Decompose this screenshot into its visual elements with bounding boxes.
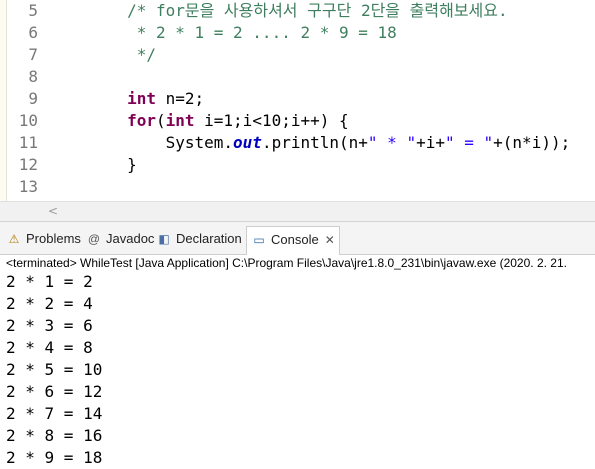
scroll-left-arrow-icon[interactable]: < [48,204,58,218]
code-line: 6 * 2 * 1 = 2 .... 2 * 9 = 18 [0,22,595,44]
tab-problems[interactable]: ⚠ Problems [6,228,81,250]
tab-console[interactable]: ▭ Console ✕ [246,226,340,255]
tab-declaration[interactable]: ◧ Declaration [156,228,242,250]
line-number: 8 [28,67,38,86]
console-output-line: 2 * 9 = 18 [6,448,103,467]
code-line: 8 [0,66,595,88]
code-line: 5 /* for문을 사용하셔서 구구단 2단을 출력해보세요. [0,0,595,22]
editor-horizontal-scrollbar[interactable]: < [0,201,595,222]
code-text: * 2 * 1 = 2 .... 2 * 9 = 18 [136,23,397,42]
view-tab-bar: ⚠ Problems @ Javadoc ◧ Declaration ▭ Console… [0,221,595,255]
console-output-line: 2 * 4 = 8 [6,338,93,357]
close-icon[interactable]: ✕ [325,227,335,253]
code-text: System.out.println(n+" * "+i+" = "+(n*i)… [50,133,571,152]
console-output-line: 2 * 6 = 12 [6,382,103,401]
tab-console-label: Console [271,232,319,247]
declaration-icon: ◧ [158,232,170,246]
line-number: 7 [28,45,38,64]
code-text: for(int i=1;i<10;i++) { [127,111,349,130]
line-number: 10 [18,111,38,130]
code-line: 7 */ [0,44,595,66]
console-output-line: 2 * 7 = 14 [6,404,103,423]
line-number: 12 [18,155,38,174]
javadoc-icon: @ [87,232,101,246]
tab-javadoc[interactable]: @ Javadoc [86,228,155,250]
tab-javadoc-label: Javadoc [106,231,155,246]
console-status: <terminated> WhileTest [Java Application… [6,256,567,270]
code-text: /* for문을 사용하셔서 구구단 2단을 출력해보세요. [127,1,508,20]
problems-icon: ⚠ [8,232,20,246]
console-output-line: 2 * 3 = 6 [6,316,93,335]
line-number: 5 [28,1,38,20]
code-line: 9 int n=2; [0,88,595,110]
code-line: 12 } [0,154,595,176]
console-icon: ▭ [253,233,265,247]
code-text: } [50,155,137,174]
line-number: 11 [18,133,38,152]
tab-problems-label: Problems [26,231,81,246]
code-line: 13 [0,176,595,198]
console-output[interactable]: 2 * 1 = 2 2 * 2 = 4 2 * 3 = 6 2 * 4 = 8 2 * … [0,271,595,469]
console-output-line: 2 * 5 = 10 [6,360,103,379]
line-number: 6 [28,23,38,42]
code-text: */ [136,45,156,64]
code-line: 10 for(int i=1;i<10;i++) { [0,110,595,132]
code-line: 11 System.out.println(n+" * "+i+" = "+(n… [0,132,595,154]
console-output-line: 2 * 1 = 2 [6,272,93,291]
code-text: int n=2; [127,89,205,108]
line-number: 9 [28,89,38,108]
tab-declaration-label: Declaration [176,231,242,246]
console-output-line: 2 * 8 = 16 [6,426,103,445]
code-editor[interactable]: 5 /* for문을 사용하셔서 구구단 2단을 출력해보세요. 6 * 2 * … [0,0,595,201]
console-output-line: 2 * 2 = 4 [6,294,93,313]
line-number: 13 [18,177,38,196]
